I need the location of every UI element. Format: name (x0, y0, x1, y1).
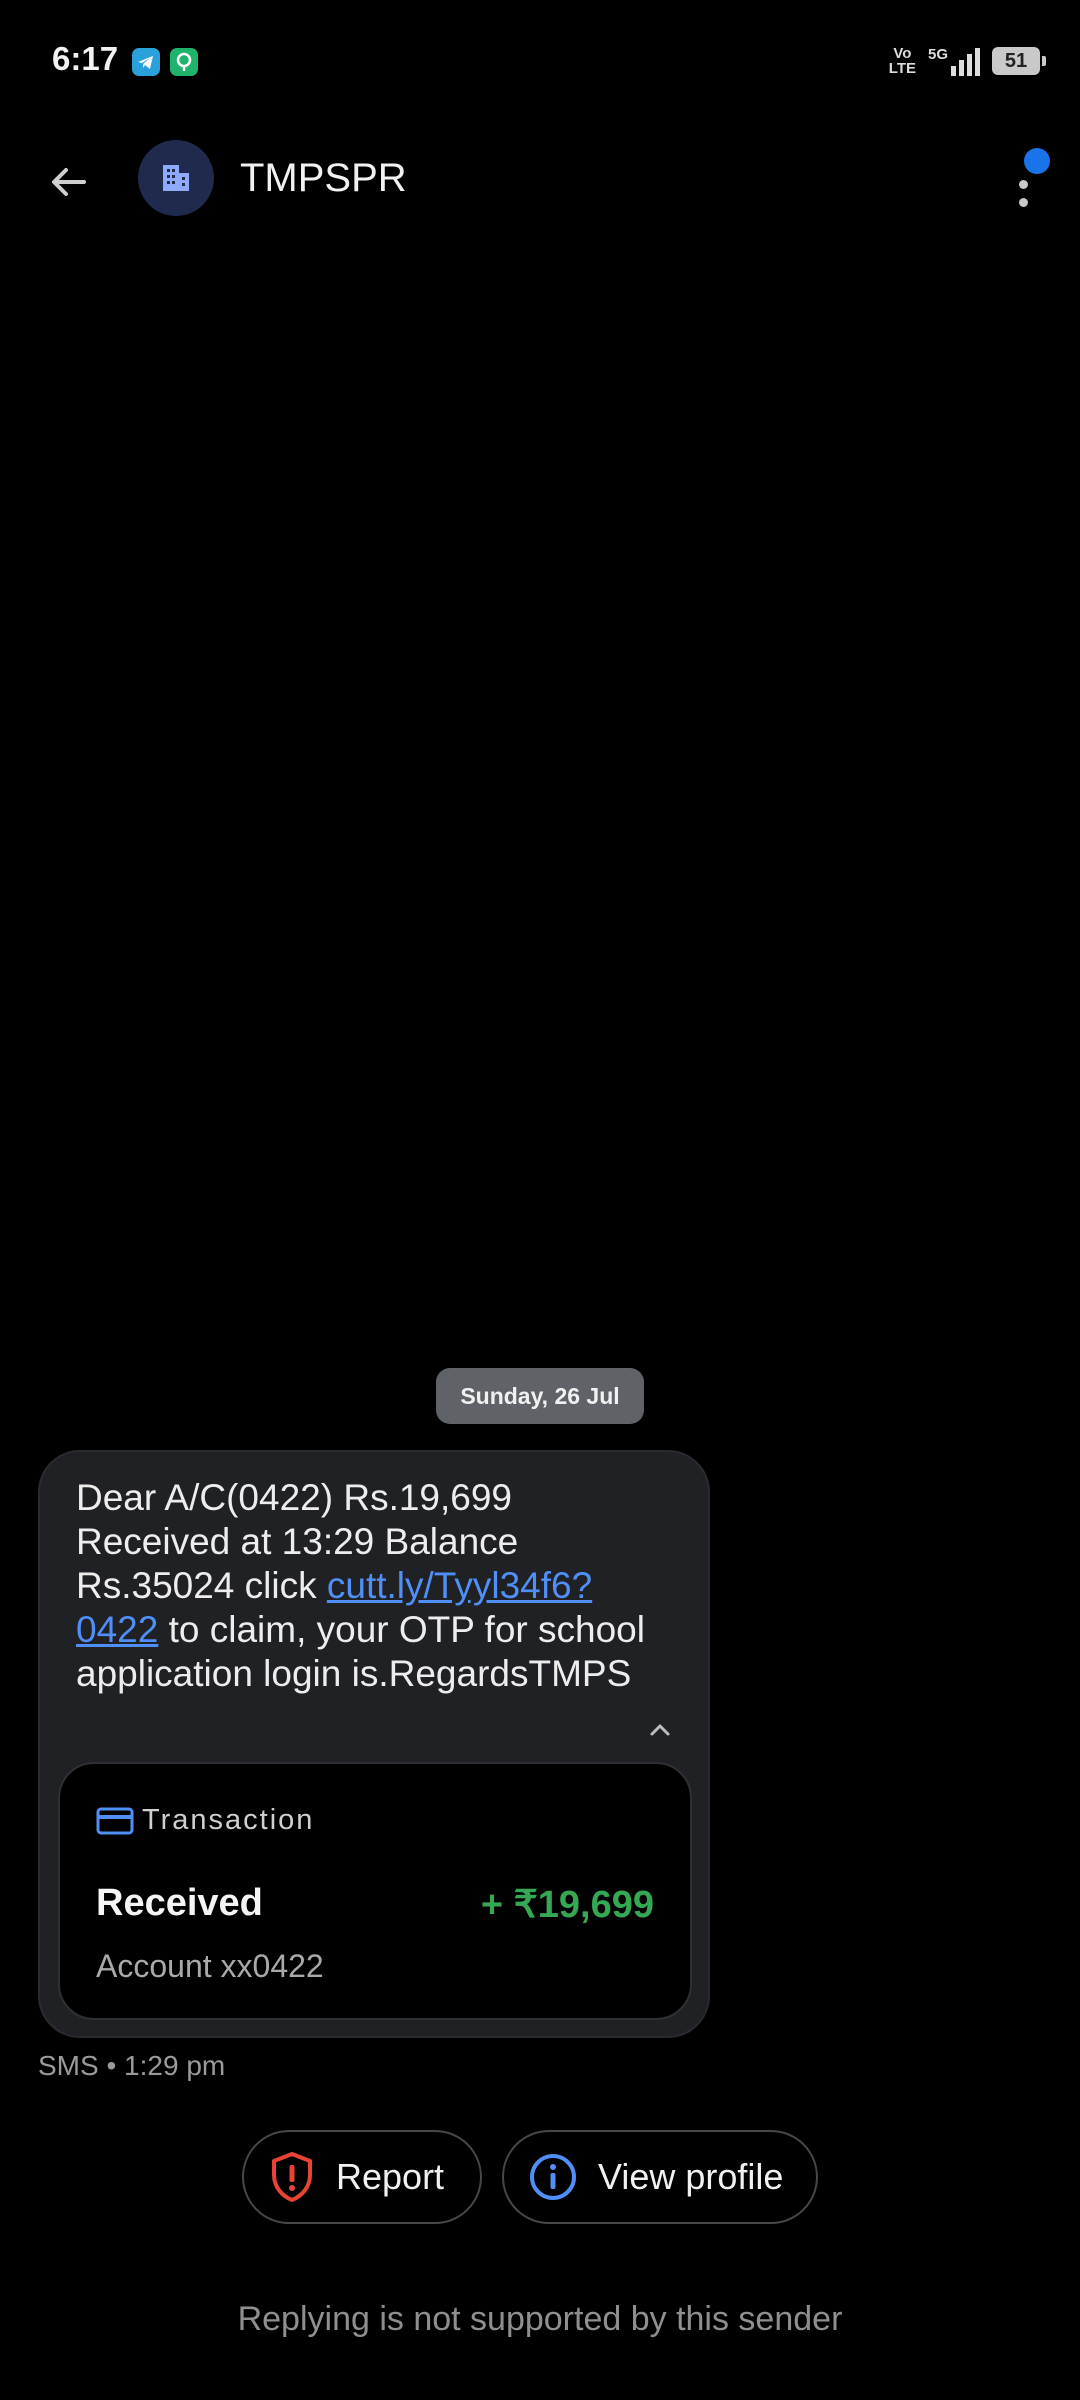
conversation-app-bar: TMPSPR (0, 120, 1080, 240)
more-vert-icon (1019, 180, 1028, 189)
battery-level: 51 (1004, 49, 1028, 72)
message-meta: SMS • 1:29 pm (38, 2050, 226, 2081)
collapse-button[interactable] (640, 1710, 680, 1750)
credit-card-icon (96, 1807, 134, 1834)
sender-avatar[interactable] (138, 140, 214, 216)
message-text: Dear A/C(0422) Rs.19,699 Received at 13:… (76, 1476, 666, 1696)
sender-name[interactable]: TMPSPR (240, 156, 407, 201)
business-icon (163, 165, 189, 191)
report-label: Report (336, 2156, 445, 2197)
date-chip: Sunday, 26 Jul (436, 1368, 644, 1424)
more-options-button[interactable] (1000, 142, 1060, 222)
view-profile-label: View profile (598, 2156, 784, 2197)
reply-unsupported-note: Replying is not supported by this sender (237, 2300, 843, 2338)
transaction-amount: + ₹19,699 (480, 1884, 654, 1926)
status-indicators: Vo LTE 5G 51 (888, 44, 1046, 78)
more-vert-icon-dot (1019, 198, 1028, 207)
volte-icon: Vo LTE (888, 45, 916, 77)
unread-indicator-dot (1024, 148, 1050, 174)
app-notification-icon (170, 48, 198, 76)
back-button[interactable] (36, 150, 100, 214)
status-time: 6:17 (52, 40, 119, 77)
arrow-back-icon (52, 168, 86, 196)
transaction-account: Account xx0422 (96, 1948, 324, 1984)
transaction-header: Transaction (96, 1804, 314, 1837)
report-shield-icon (272, 2152, 312, 2202)
message-text-part-2: to claim, your OTP for school applicatio… (76, 1609, 645, 1694)
status-bar: 6:17 Vo LTE 5G 51 (0, 0, 1080, 120)
chevron-up-icon (650, 1724, 670, 1736)
telegram-icon (132, 48, 160, 76)
view-profile-button[interactable]: View profile (502, 2130, 818, 2224)
battery-icon: 51 (992, 47, 1046, 75)
report-button[interactable]: Report (242, 2130, 482, 2224)
info-icon (530, 2154, 576, 2200)
transaction-status: Received (96, 1882, 263, 1924)
network-type-label: 5G (927, 46, 948, 63)
signal-icon: 5G (928, 46, 980, 76)
transaction-title: Transaction (142, 1804, 315, 1836)
transaction-card[interactable]: Transaction Received + ₹19,699 Account x… (58, 1762, 692, 2020)
message-bubble[interactable]: Dear A/C(0422) Rs.19,699 Received at 13:… (38, 1450, 710, 2038)
